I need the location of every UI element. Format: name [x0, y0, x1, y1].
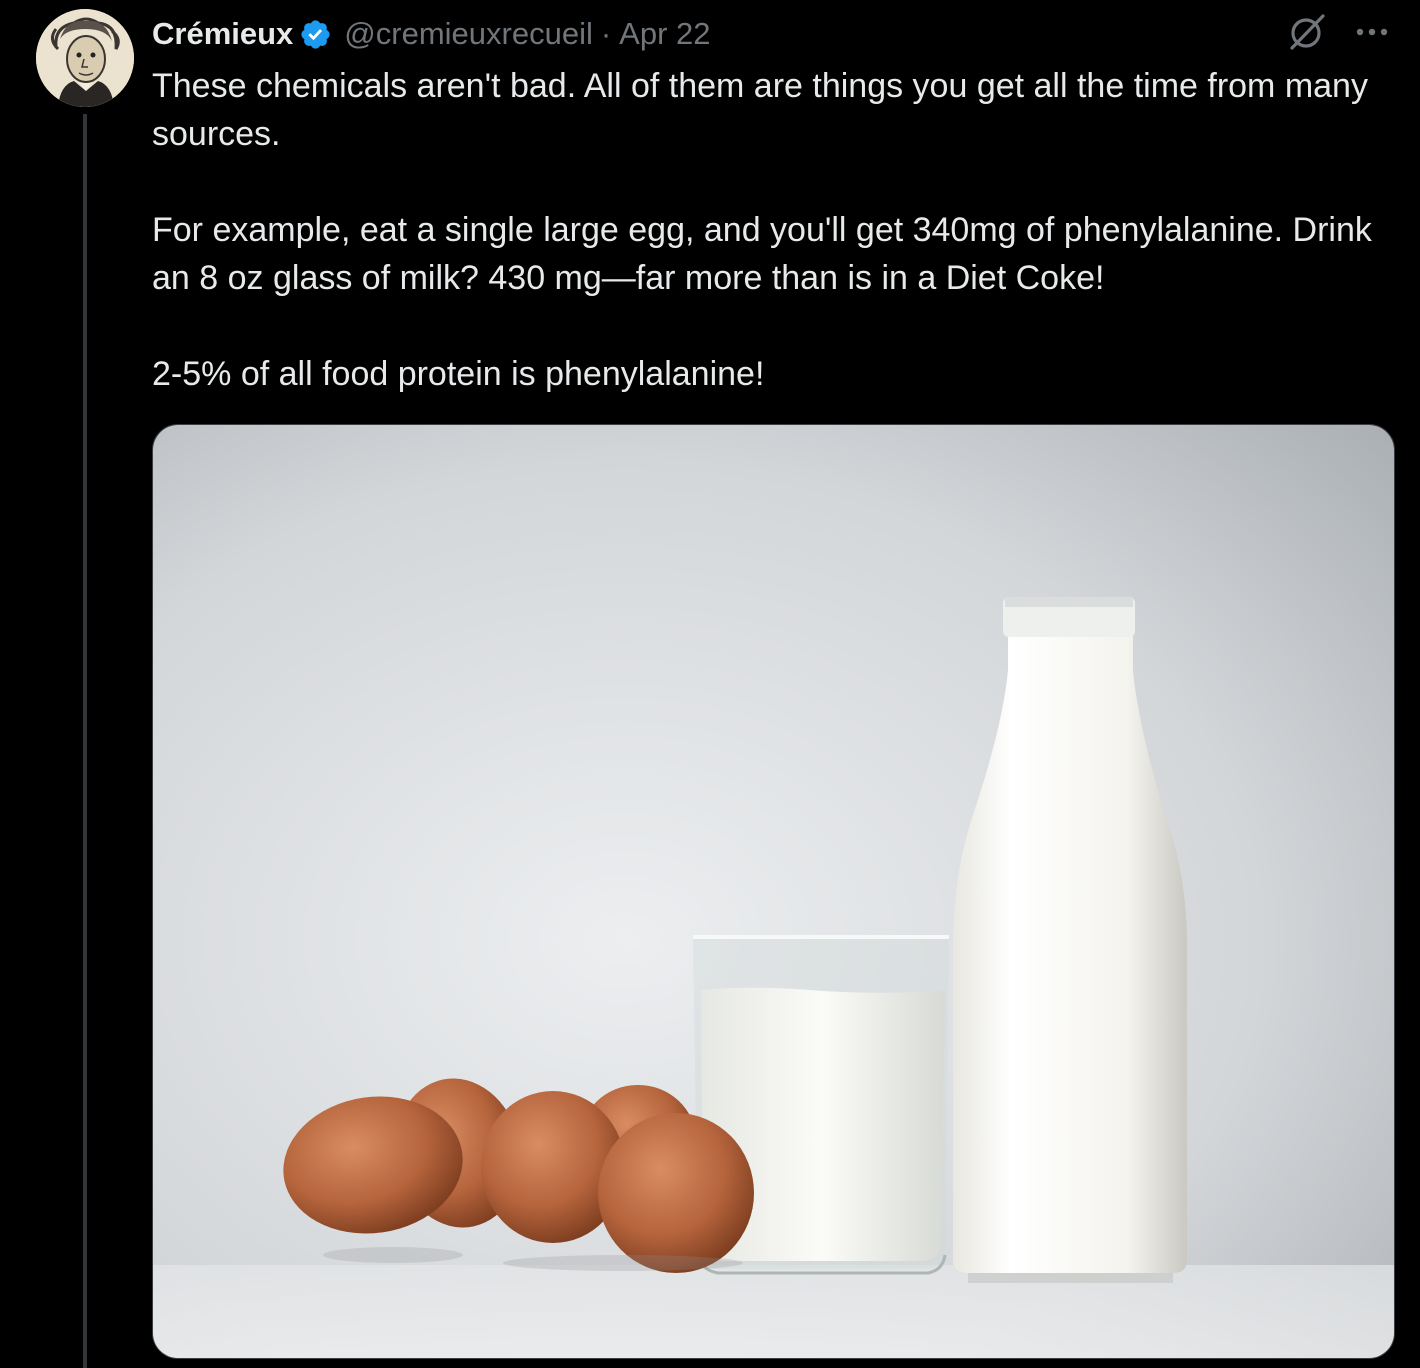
verified-badge-icon[interactable]: [299, 18, 332, 51]
author-handle[interactable]: @cremieuxrecueil: [344, 16, 593, 52]
tweet-paragraph: These chemicals aren't bad. All of them …: [152, 67, 1368, 153]
thread-connector-line: [83, 114, 87, 1368]
tweet-paragraph: For example, eat a single large egg, and…: [152, 211, 1372, 297]
tweet-date[interactable]: Apr 22: [619, 16, 710, 52]
tweet-header: Crémieux @cremieuxrecueil · Apr 22: [152, 12, 711, 56]
tweet-text: These chemicals aren't bad. All of them …: [152, 62, 1392, 398]
author-name[interactable]: Crémieux: [152, 16, 293, 52]
avatar-illustration: [36, 9, 134, 107]
eggs-and-milk-photo: [153, 425, 1394, 1358]
author-avatar[interactable]: [36, 9, 134, 107]
tweet-paragraph: 2-5% of all food protein is phenylalanin…: [152, 355, 765, 393]
grok-icon[interactable]: [1287, 12, 1327, 52]
more-options-icon[interactable]: [1352, 16, 1392, 48]
header-separator: ·: [600, 16, 612, 51]
tweet-media-photo[interactable]: [152, 424, 1395, 1359]
